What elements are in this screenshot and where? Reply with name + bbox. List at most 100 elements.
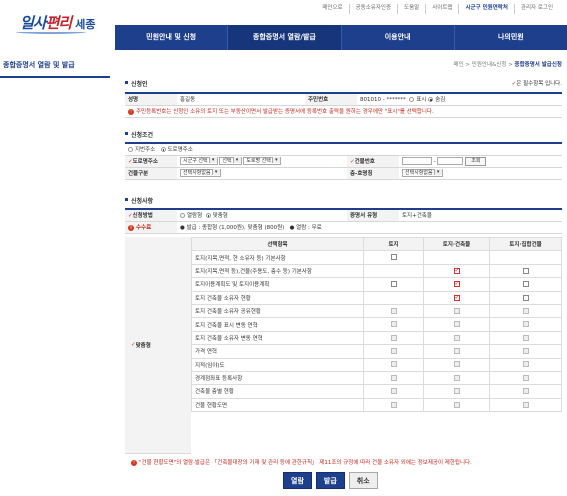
warning-icon: ! <box>128 108 134 115</box>
jibun-radio[interactable] <box>128 147 133 153</box>
item-checkbox <box>522 401 529 408</box>
table-row: 토지 건축물 표시 변동 연혁 <box>191 317 562 332</box>
item-checkbox[interactable] <box>522 294 529 301</box>
item-checkbox[interactable] <box>522 267 529 274</box>
table-row: 토지 건축물 소유자 변동 연혁 <box>191 330 562 346</box>
bldg-kind-select[interactable]: 선택사항없음 <box>180 169 221 177</box>
details-table: ✓신청방법 열람형 맞춤형 증명서 유형 토지+건축물 ! 수수료 ● 발급 : … <box>125 208 562 234</box>
floor-label: 층-호명칭 <box>347 166 399 180</box>
nav-certificate[interactable]: 종합증명서 열람/발급 <box>227 25 341 50</box>
item-checkbox[interactable] <box>522 281 529 288</box>
row-label: 지적(임야)도 <box>191 357 364 372</box>
item-checkbox <box>453 348 460 355</box>
side-nav: 종합증명서 열람 및 발급 <box>0 60 110 78</box>
rrn-hide-label: 숨김 <box>435 97 446 104</box>
item-checkbox <box>522 321 529 328</box>
view-button[interactable]: 열람 <box>283 472 312 489</box>
item-checkbox <box>522 334 529 341</box>
rrn-show-label: 표시 <box>416 97 427 104</box>
item-checkbox[interactable] <box>453 267 460 274</box>
address-type-cell: 지번주소 도로명주소 <box>125 142 562 156</box>
fee-cell: ● 발급 : 종합형 (1,000원), 맞춤형 (800원) ● 열람 : 무… <box>177 220 562 234</box>
row-label: 경계점좌표 등록사항 <box>191 370 364 386</box>
method-view-radio[interactable] <box>180 213 185 219</box>
jibun-label: 지번주소 <box>135 147 156 154</box>
road-name-select[interactable]: 도로명 선택 <box>243 157 281 165</box>
util-link-help[interactable]: 도움말 <box>397 4 425 14</box>
rrn-hide-radio[interactable] <box>428 97 434 103</box>
col-land: 토지 <box>363 236 424 252</box>
rrn-warning: ! 주민등록번호는 신청인 소유의 토지 또는 부동산이면서 발급받는 증명서에 … <box>125 104 562 118</box>
table-row: 건물 현황도면 <box>191 397 562 413</box>
breadcrumb: 메인 > 민원안내&신청 > 종합증명서 발급신청 <box>453 62 562 68</box>
custom-items-table: 선택항목 토지 토지·건축물 토지·집합건물 토지(지목,면적, 현 소유자 등… <box>191 236 562 413</box>
cancel-button[interactable]: 취소 <box>348 472 378 489</box>
item-checkbox <box>390 388 397 395</box>
rrn-show-radio[interactable] <box>409 97 415 103</box>
road-label: 도로명주소 <box>167 147 193 154</box>
site-logo[interactable]: 일사편리 세종 <box>16 12 125 34</box>
item-checkbox <box>522 361 529 368</box>
table-row: 가격 연혁 <box>191 344 562 359</box>
condition-table: 지번주소 도로명주소 ✓도로명주소 시군구 선택 선택 도로명 선택 ✓건물번호… <box>125 142 562 180</box>
util-link-sitemap[interactable]: 사이트맵 <box>425 4 458 14</box>
required-note: ✓은 필수항목 입니다. <box>511 81 562 87</box>
row-label: 토지 건축물 표시 변동 연혁 <box>191 317 364 332</box>
item-checkbox[interactable] <box>453 294 460 301</box>
custom-label: ✓ 맞춤형 <box>125 237 191 454</box>
search-button[interactable]: 조회 <box>465 156 487 166</box>
item-checkbox <box>453 361 460 368</box>
applicant-table: 성명 홍길동 주민번호 801010 - ******* 표시 숨김 ! 주민등록… <box>125 92 562 118</box>
rrn-label: 주민번호 <box>305 92 357 106</box>
row-label: 토지(지목,면적, 현 소유자 등) 기본사항 <box>191 250 364 265</box>
name-label: 성명 <box>125 92 177 106</box>
nav-usage-guide[interactable]: 이용안내 <box>340 25 454 50</box>
fee-view-text: 열람 : 무료 <box>296 225 322 231</box>
item-checkbox[interactable] <box>453 280 460 288</box>
issue-button[interactable]: 발급 <box>315 472 345 489</box>
util-link-main[interactable]: 메인으로 <box>316 4 348 14</box>
fee-label: ! 수수료 <box>125 220 177 234</box>
item-checkbox <box>390 374 397 381</box>
sigungu-select[interactable]: 시군구 선택 <box>180 157 218 165</box>
util-link-coowner-auth[interactable]: 공동소유자인증 <box>348 4 397 14</box>
table-row: 토지이용계획도 및 토지이용계획 <box>191 277 562 292</box>
method-custom-radio[interactable] <box>205 213 211 219</box>
name-value: 홍길동 <box>177 92 305 106</box>
item-checkbox[interactable] <box>390 281 397 288</box>
item-checkbox <box>453 307 460 314</box>
footnote: ! "건물 현황도면"의 열람·발급은 「건축물대장의 기재 및 관리 등에 관한… <box>131 458 562 466</box>
table-row: 지적(임야)도 <box>191 357 562 372</box>
bldg-sub-no-input[interactable] <box>437 157 464 165</box>
util-link-contacts[interactable]: 시군구 민원연락처 <box>458 4 513 14</box>
item-checkbox <box>390 321 397 328</box>
item-checkbox <box>522 348 529 355</box>
nav-my-civil[interactable]: 나의민원 <box>453 25 567 50</box>
road-address-cell: 시군구 선택 선택 도로명 선택 <box>177 154 347 168</box>
bldg-no-cell: - 조회 <box>399 154 562 168</box>
col-land-collective: 토지·집합건물 <box>489 236 562 252</box>
row-label: 건물 현황도면 <box>191 397 364 413</box>
road-radio[interactable] <box>160 147 166 153</box>
method-custom-label: 맞춤형 <box>212 213 228 220</box>
bldg-main-no-input[interactable] <box>402 157 432 165</box>
utility-links: 메인으로 공동소유자인증 도움말 사이트맵 시군구 민원연락처 관리자 로그인 <box>316 4 559 14</box>
item-checkbox <box>522 374 529 381</box>
item-checkbox[interactable] <box>390 254 397 261</box>
util-link-admin-login[interactable]: 관리자 로그인 <box>513 4 559 14</box>
method-cell: 열람형 맞춤형 <box>177 208 347 222</box>
item-checkbox <box>390 307 397 314</box>
table-row: 토지 건축물 소유자 공유현황 <box>191 303 562 319</box>
row-label: 토지 건축물 소유자 변동 연혁 <box>191 330 364 346</box>
nav-civil-guide[interactable]: 민원안내 및 신청 <box>115 25 227 50</box>
table-row: 건축물 층별 현황 <box>191 384 562 399</box>
footnote-icon: ! <box>131 459 137 466</box>
rrn-value: 801010 - ******* <box>360 97 406 104</box>
action-buttons: 열람 발급 취소 <box>283 472 378 489</box>
road-initial-select[interactable]: 선택 <box>219 157 242 165</box>
bldg-no-label: ✓건물번호 <box>347 154 399 168</box>
rrn-cell: 801010 - ******* 표시 숨김 <box>357 92 562 106</box>
item-checkbox <box>522 307 529 314</box>
floor-select[interactable]: 선택사항없음 <box>402 169 443 177</box>
item-checkbox <box>390 334 397 341</box>
